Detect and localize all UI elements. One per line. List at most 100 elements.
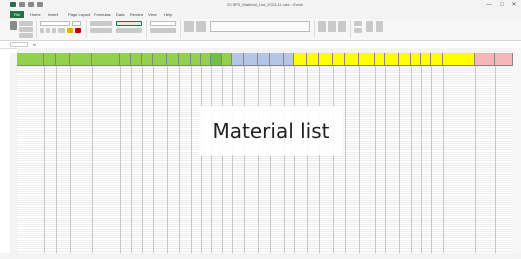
paste-icon[interactable] [10,21,17,30]
table-header-cell [70,53,92,66]
table-header-cell [167,53,179,66]
column-divider [294,66,295,253]
insert-cells-icon[interactable] [318,21,326,32]
table-header-cell [333,53,345,66]
format-painter-button[interactable] [19,33,33,38]
column-divider [284,66,285,253]
title-bar: 20 SP3_Material_List_2023-11.xlsx - Exce… [0,0,521,10]
tab-home[interactable]: Home [30,11,41,18]
table-header-cell [345,53,359,66]
column-divider [222,66,223,253]
table-header-cell [142,53,153,66]
column-divider [179,66,180,253]
table-header-cell [44,53,56,66]
group-divider [36,20,37,38]
fill-icon[interactable] [354,28,362,33]
save-icon[interactable] [19,2,25,7]
column-divider [495,66,496,253]
format-as-table-icon[interactable] [196,21,206,32]
table-header-cell [191,53,201,66]
column-divider [142,66,143,253]
status-bar [0,253,521,259]
column-divider [244,66,245,253]
font-name-field[interactable] [40,21,70,26]
tab-view[interactable]: View [148,11,157,18]
column-divider [167,66,168,253]
tab-page-layout[interactable]: Page Layout [68,11,90,18]
column-divider [92,66,93,253]
column-divider [131,66,132,253]
formula-input[interactable] [40,42,510,47]
minimize-icon[interactable]: — [483,1,495,9]
tab-file[interactable]: File [10,11,24,18]
align-horizontal-buttons[interactable] [90,28,112,33]
column-divider [359,66,360,253]
table-header-cell [359,53,375,66]
column-divider [411,66,412,253]
table-header-cell [153,53,167,66]
table-header-cell [222,53,232,66]
table-header-cell [131,53,142,66]
column-divider [153,66,154,253]
vertical-scrollbar[interactable] [513,48,521,253]
column-divider [258,66,259,253]
italic-button[interactable] [46,28,50,33]
cut-button[interactable] [19,21,33,26]
borders-button[interactable] [58,28,65,33]
copy-button[interactable] [19,27,33,32]
column-divider [375,66,376,253]
tab-help[interactable]: Help [164,11,172,18]
autosum-icon[interactable] [354,21,362,26]
group-divider [180,20,181,38]
close-icon[interactable]: ✕ [508,1,520,9]
tab-data[interactable]: Data [116,11,124,18]
column-divider [232,66,233,253]
excel-window: 20 SP3_Material_List_2023-11.xlsx - Exce… [0,0,521,259]
conditional-formatting-icon[interactable] [184,21,194,32]
column-divider [270,66,271,253]
underline-button[interactable] [52,28,56,33]
tab-insert[interactable]: Insert [48,11,58,18]
sort-filter-icon[interactable] [366,21,373,32]
fill-color-icon[interactable] [67,28,73,33]
caption-text: Material list [212,118,330,143]
cell-styles-gallery[interactable] [210,21,310,32]
table-header-cell [284,53,294,66]
ribbon-tabs: File Home Insert Page Layout Formulas Da… [0,10,521,19]
align-top-buttons[interactable] [90,21,112,26]
table-header-cell [385,53,399,66]
column-divider [421,66,422,253]
column-divider [201,66,202,253]
wrap-text-button[interactable] [116,21,142,26]
number-format-field[interactable] [150,21,176,26]
delete-cells-icon[interactable] [328,21,336,32]
column-divider [475,66,476,253]
number-format-buttons[interactable] [150,28,176,33]
fx-icon[interactable]: fx [33,41,36,48]
tab-review[interactable]: Review [130,11,143,18]
tab-formulas[interactable]: Formulas [94,11,111,18]
maximize-icon[interactable]: □ [496,1,508,9]
merge-center-button[interactable] [116,28,142,33]
table-header-cell [375,53,385,66]
table-header-cell [475,53,495,66]
table-header-cell [201,53,211,66]
column-divider [56,66,57,253]
font-color-icon[interactable] [75,28,81,33]
redo-icon[interactable] [37,2,43,7]
column-divider [120,66,121,253]
table-header-cell [495,53,513,66]
table-header-cell [411,53,421,66]
find-select-icon[interactable] [376,21,383,32]
bold-button[interactable] [40,28,44,33]
column-divider [333,66,334,253]
table-header-cell [56,53,70,66]
name-box[interactable] [10,42,28,47]
format-cells-icon[interactable] [338,21,346,32]
font-size-field[interactable] [72,21,81,26]
group-divider [146,20,147,38]
column-divider [191,66,192,253]
table-header-cell [258,53,270,66]
undo-icon[interactable] [28,2,34,7]
column-divider [385,66,386,253]
